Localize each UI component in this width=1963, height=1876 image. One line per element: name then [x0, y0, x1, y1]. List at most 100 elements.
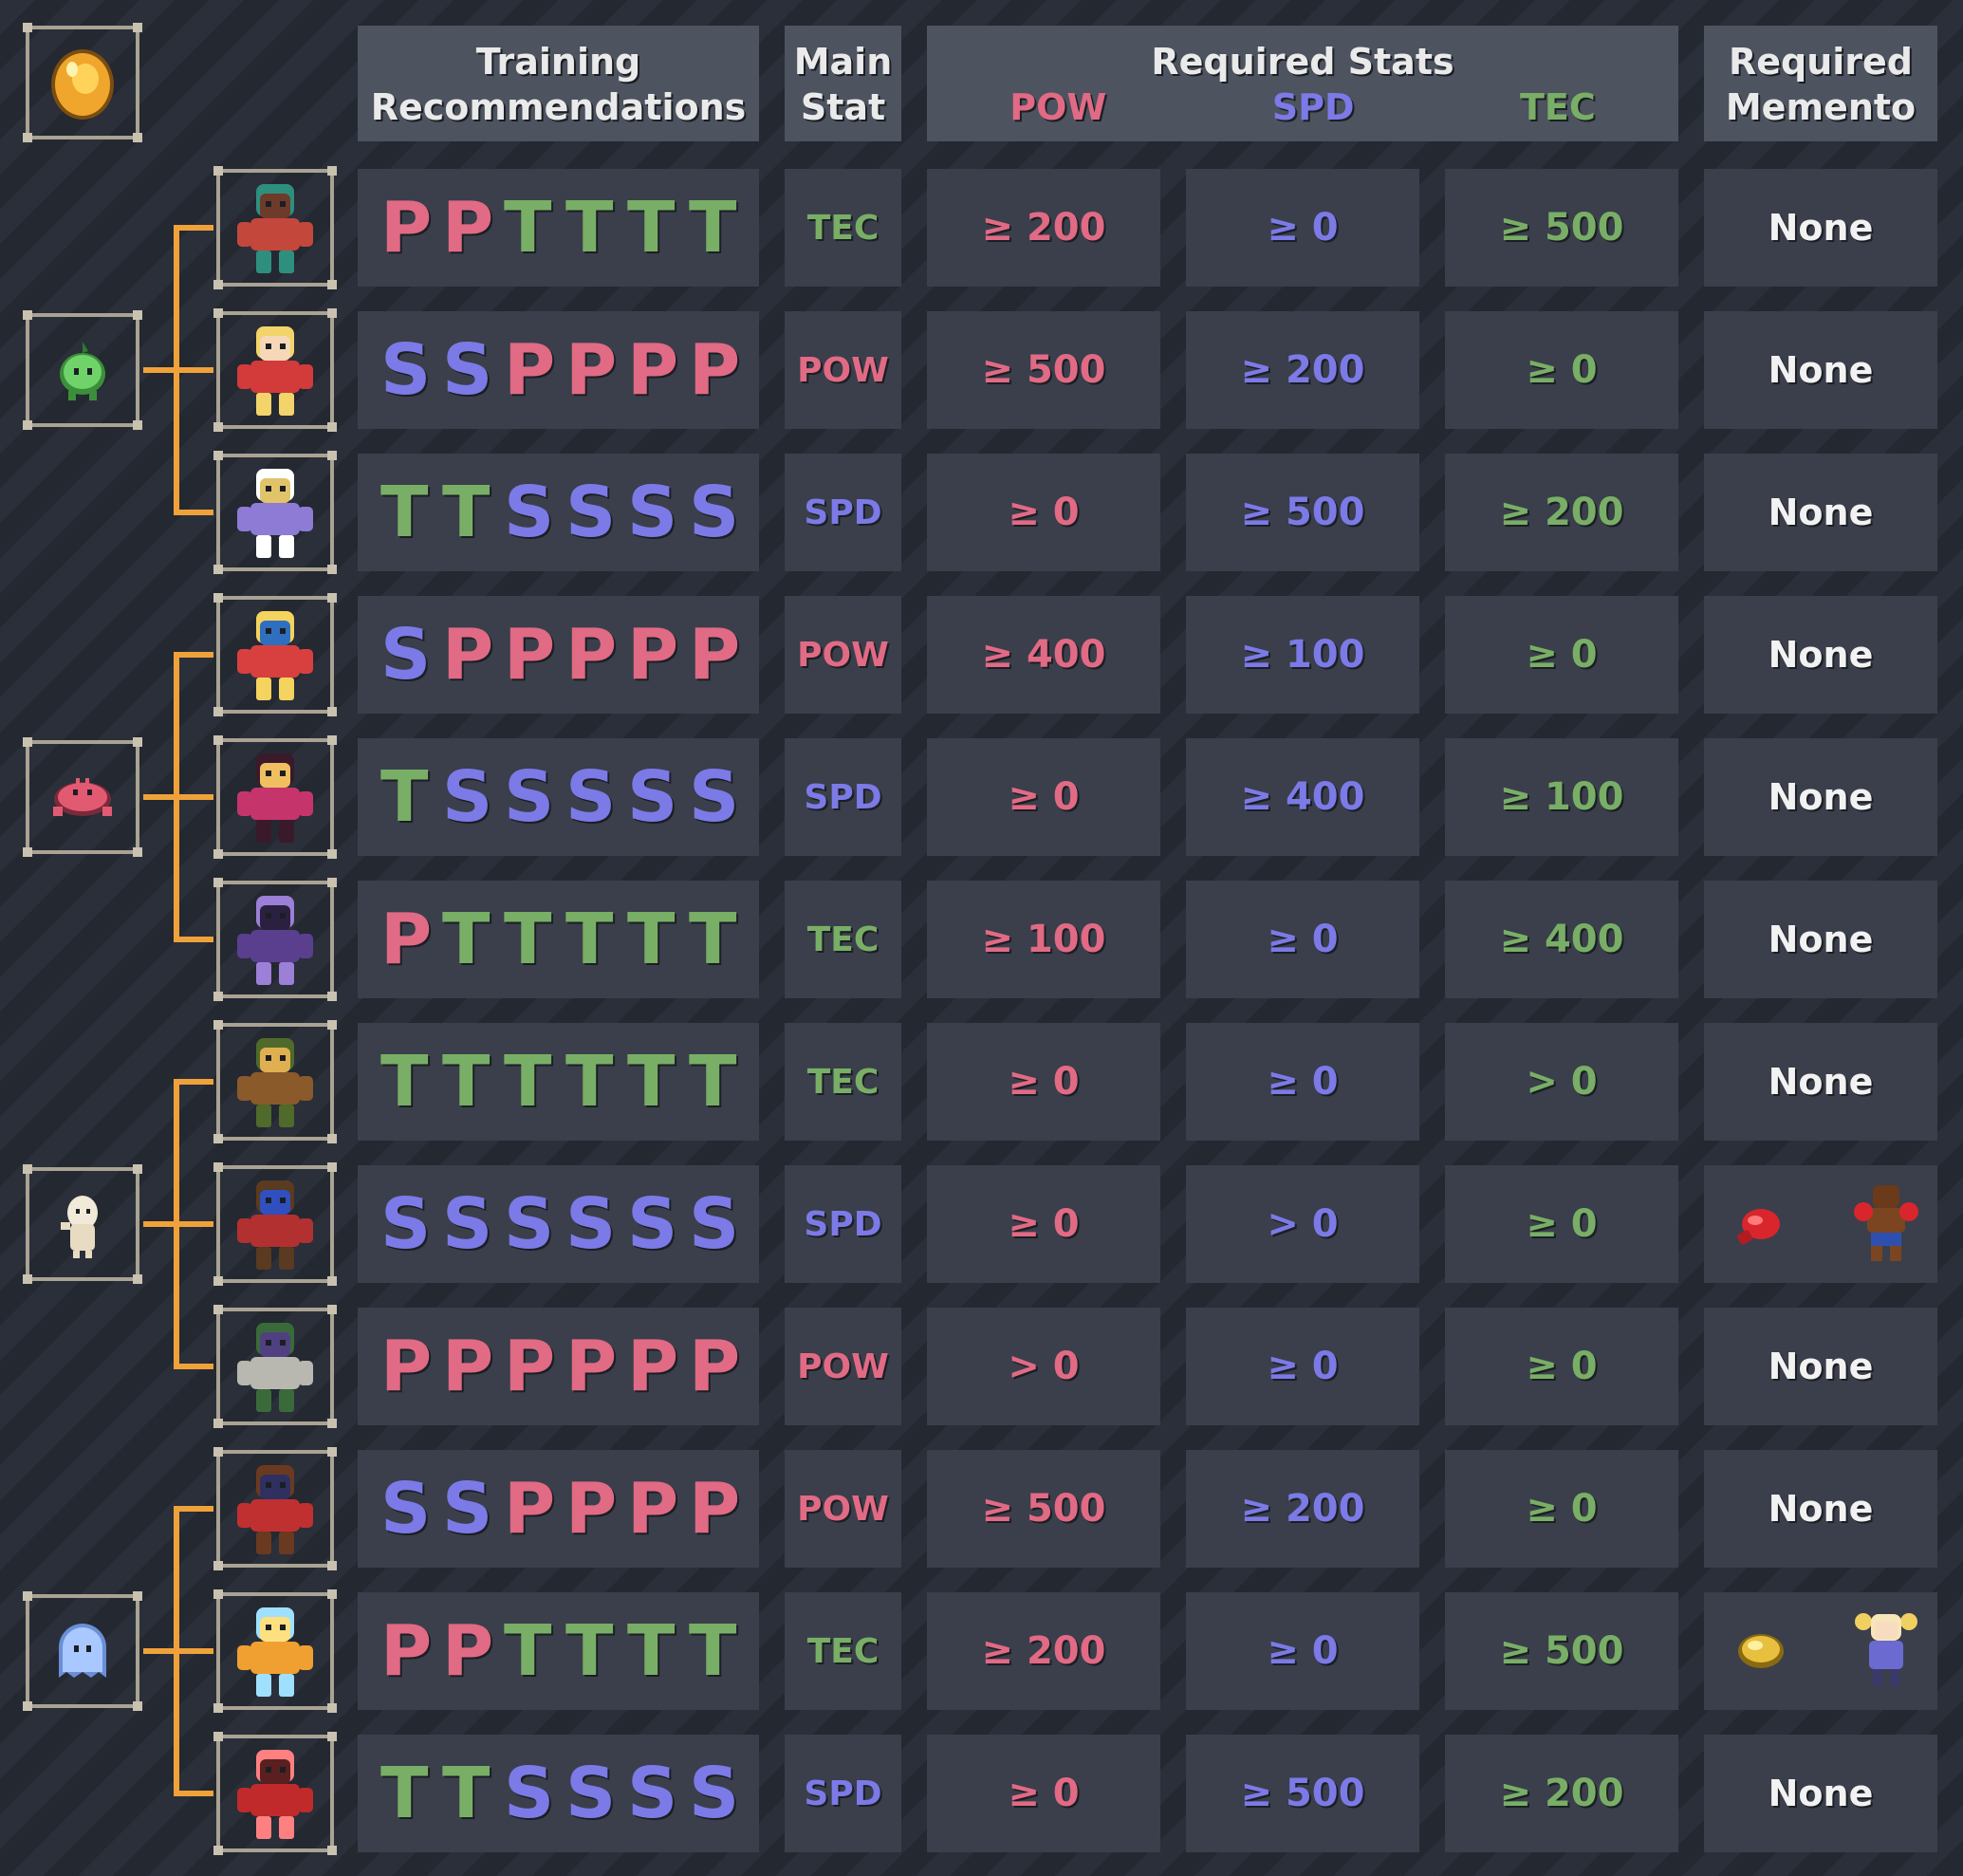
required-spd: ≥ 200	[1186, 1450, 1419, 1568]
required-memento: None	[1704, 881, 1937, 998]
boxer-icon	[1854, 1185, 1918, 1261]
required-memento: None	[1704, 454, 1937, 571]
main-stat: TEC	[785, 1592, 901, 1710]
required-pow: ≥ 0	[927, 454, 1160, 571]
evolution-connector	[174, 794, 213, 800]
blonde-twin-tail-girl-icon	[1855, 1613, 1917, 1686]
required-pow: ≥ 0	[927, 738, 1160, 856]
training-letter: S	[627, 1183, 678, 1265]
white-ghost-icon	[61, 1196, 98, 1258]
monster-frame[interactable]	[213, 1020, 337, 1143]
required-spd: ≥ 400	[1186, 738, 1419, 856]
training-letter: P	[442, 1610, 494, 1692]
monster-frame[interactable]	[213, 308, 337, 432]
required-tec: ≥ 400	[1445, 881, 1678, 998]
training-letter: P	[627, 614, 679, 696]
egg-frame	[23, 23, 142, 142]
monster-frame[interactable]	[213, 1447, 337, 1570]
street-brawler-icon	[237, 1180, 313, 1270]
fire-wave-spirit-icon	[237, 1607, 313, 1697]
training-recommendations: TTSSSS	[358, 454, 759, 571]
monster-frame[interactable]	[213, 735, 337, 859]
required-memento: None	[1704, 738, 1937, 856]
evolution-connector	[174, 1079, 213, 1085]
required-pow: ≥ 200	[927, 1592, 1160, 1710]
main-stat: POW	[785, 311, 901, 429]
required-memento	[1704, 1165, 1937, 1283]
training-letter: T	[689, 899, 737, 980]
monster-frame[interactable]	[213, 166, 337, 289]
training-letter: P	[565, 614, 618, 696]
required-pow: ≥ 0	[927, 1165, 1160, 1283]
monster-frame[interactable]	[213, 1589, 337, 1713]
training-letter: P	[380, 1326, 433, 1407]
required-tec: ≥ 200	[1445, 454, 1678, 571]
old-master-icon	[237, 1323, 313, 1412]
succubus-girl-icon	[237, 753, 313, 843]
red-aura-fighter-icon	[237, 1750, 313, 1839]
training-letter: T	[627, 1610, 676, 1692]
required-spd: ≥ 500	[1186, 1735, 1419, 1852]
training-letter: S	[565, 756, 617, 838]
required-spd: ≥ 0	[1186, 169, 1419, 287]
training-letter: P	[689, 329, 741, 411]
header-required-stats: Required Stats POW SPD TEC	[927, 26, 1678, 141]
baby-monster-frame[interactable]	[23, 737, 142, 857]
training-letter: P	[689, 1468, 741, 1550]
required-pow: ≥ 200	[927, 169, 1160, 287]
required-memento: None	[1704, 169, 1937, 287]
required-pow: ≥ 400	[927, 596, 1160, 714]
required-tec: ≥ 100	[1445, 738, 1678, 856]
training-letter: T	[504, 1041, 552, 1123]
blue-ghost-icon	[59, 1624, 106, 1678]
required-spd: ≥ 100	[1186, 596, 1419, 714]
training-letter: S	[627, 1753, 678, 1834]
monster-frame[interactable]	[213, 878, 337, 1001]
training-letter: P	[380, 187, 433, 269]
monster-frame[interactable]	[213, 1732, 337, 1855]
required-tec: ≥ 0	[1445, 311, 1678, 429]
main-stat: POW	[785, 1450, 901, 1568]
monster-frame[interactable]	[213, 451, 337, 574]
baby-monster-frame[interactable]	[23, 1591, 142, 1711]
training-letter: S	[504, 1183, 555, 1265]
training-letter: S	[689, 472, 740, 553]
required-pow: ≥ 0	[927, 1023, 1160, 1141]
required-memento: None	[1704, 1308, 1937, 1425]
training-letter: S	[442, 1183, 493, 1265]
training-letter: P	[504, 329, 556, 411]
training-recommendations: TSSSSS	[358, 738, 759, 856]
training-letter: T	[380, 472, 429, 553]
training-letter: T	[627, 187, 676, 269]
training-letter: T	[380, 1753, 429, 1834]
baby-monster-frame[interactable]	[23, 1164, 142, 1284]
training-recommendations: TTTTTT	[358, 1023, 759, 1141]
training-letter: S	[380, 1183, 432, 1265]
training-letter: P	[442, 1326, 494, 1407]
training-recommendations: SSPPPP	[358, 1450, 759, 1568]
training-recommendations: PPTTTT	[358, 169, 759, 287]
main-stat: TEC	[785, 881, 901, 998]
required-spd: ≥ 0	[1186, 881, 1419, 998]
training-letter: P	[504, 1326, 556, 1407]
training-letter: T	[504, 187, 552, 269]
baby-monster-frame[interactable]	[23, 310, 142, 430]
winged-fairy-icon	[237, 469, 313, 558]
evolution-connector	[174, 1364, 213, 1369]
training-letter: S	[504, 756, 555, 838]
training-letter: S	[565, 1753, 617, 1834]
required-spd: ≥ 200	[1186, 311, 1419, 429]
required-pow: ≥ 0	[927, 1735, 1160, 1852]
required-spd: ≥ 500	[1186, 454, 1419, 571]
training-recommendations: SSSSSS	[358, 1165, 759, 1283]
training-letter: S	[565, 1183, 617, 1265]
monster-frame[interactable]	[213, 1305, 337, 1428]
required-memento	[1704, 1592, 1937, 1710]
monster-frame[interactable]	[213, 1162, 337, 1286]
training-letter: P	[689, 614, 741, 696]
boxing-glove-icon	[1737, 1209, 1780, 1245]
training-letter: T	[442, 899, 491, 980]
monster-frame[interactable]	[213, 593, 337, 716]
evolution-connector	[174, 510, 213, 515]
training-letter: S	[565, 472, 617, 553]
